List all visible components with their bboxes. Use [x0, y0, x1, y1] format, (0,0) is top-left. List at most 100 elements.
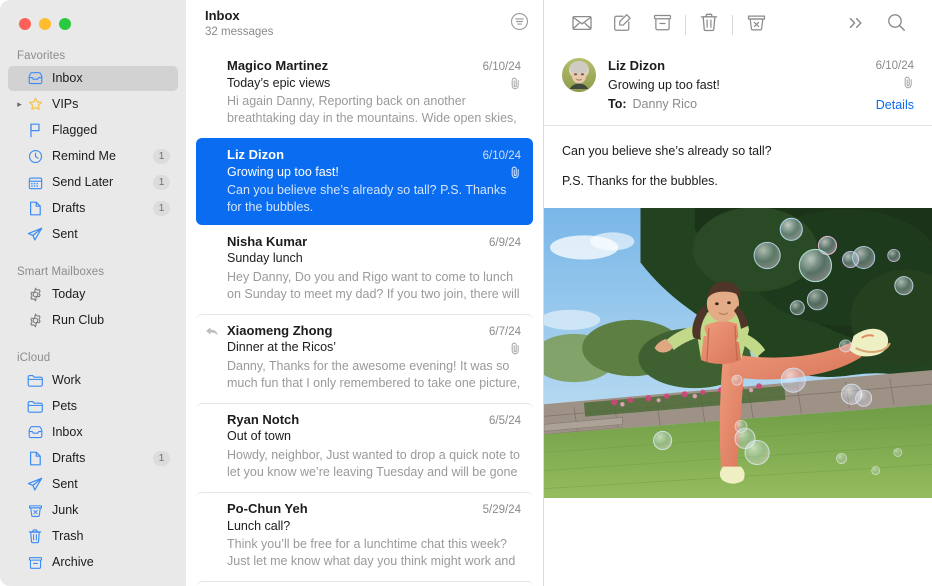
sidebar: Favorites ▸ Inbox ▸ VIPs ▸: [0, 0, 186, 586]
search-icon: [887, 13, 906, 37]
message-preview: Can you believe she’s already so tall? P…: [227, 182, 521, 216]
message-count: 32 messages: [205, 25, 273, 40]
sidebar-item-label: Work: [52, 374, 170, 387]
message-date: 6/5/24: [489, 415, 521, 427]
details-link[interactable]: Details: [876, 98, 914, 112]
message-preview: Danny, Thanks for the awesome evening! I…: [227, 358, 521, 394]
trash-icon: [25, 529, 45, 544]
sidebar-item-today[interactable]: ▸ Today: [8, 282, 178, 307]
sidebar-item-label: Inbox: [52, 72, 170, 85]
list-item[interactable]: Nisha Kumar 6/9/24 Sunday lunch Hey Dann…: [196, 225, 533, 314]
message-date: 6/7/24: [489, 326, 521, 338]
list-item[interactable]: Magico Martinez 6/10/24 Today’s epic vie…: [196, 50, 533, 138]
to-label: To:: [608, 97, 627, 111]
sidebar-item-inbox[interactable]: ▸ Inbox: [8, 66, 178, 91]
sidebar-item-vips[interactable]: ▸ VIPs: [8, 92, 178, 117]
message-preview: Hi again Danny, Reporting back on anothe…: [227, 93, 521, 129]
chevron-double-right-icon: [847, 15, 865, 36]
sidebar-item-send-later[interactable]: ▸ Send Later 1: [8, 170, 178, 195]
window-traffic-lights: [0, 0, 186, 44]
list-item[interactable]: Xiaomeng Zhong 6/7/24 Dinner at the Rico…: [196, 314, 533, 403]
sidebar-item-label: Send Later: [52, 176, 153, 189]
search-button[interactable]: [876, 11, 916, 39]
mail-window: Favorites ▸ Inbox ▸ VIPs ▸: [0, 0, 932, 586]
paperclip-icon: [510, 342, 521, 355]
minimize-button[interactable]: [39, 18, 51, 30]
avatar[interactable]: [562, 58, 596, 92]
sidebar-item-junk[interactable]: ▸ Junk: [8, 498, 178, 523]
message-attachment-image[interactable]: [544, 208, 932, 498]
list-item[interactable]: Liz Dizon 6/10/24 Growing up too fast! C…: [196, 138, 533, 225]
message-sender: Po-Chun Yeh: [227, 500, 308, 518]
sidebar-item-run-club[interactable]: ▸ Run Club: [8, 308, 178, 333]
chevron-right-icon[interactable]: ▸: [14, 100, 25, 109]
paper-plane-icon: [25, 227, 45, 242]
gear-icon: [25, 287, 45, 302]
sidebar-item-icloud-drafts[interactable]: ▸ Drafts 1: [8, 446, 178, 471]
paperclip-icon[interactable]: [903, 76, 914, 94]
message-list-titles: Inbox 32 messages: [205, 8, 273, 40]
star-icon: [25, 97, 45, 112]
sidebar-item-pets[interactable]: ▸ Pets: [8, 394, 178, 419]
document-icon: [25, 451, 45, 466]
list-item[interactable]: Graham McBride 5/22/24 Book Club Are you…: [196, 581, 533, 586]
document-icon: [25, 201, 45, 216]
archive-button[interactable]: [642, 11, 682, 39]
message-date: 6/10/24: [876, 60, 914, 72]
calendar-icon: [25, 176, 45, 190]
sidebar-item-badge: 1: [153, 451, 170, 466]
sidebar-item-label: Sent: [52, 478, 170, 491]
sidebar-item-label: Sent: [52, 228, 170, 241]
inbox-icon: [25, 426, 45, 439]
sidebar-section-smart-mailboxes-list: ▸ Today ▸ Run Club: [0, 282, 186, 333]
sidebar-item-icloud-inbox[interactable]: ▸ Inbox: [8, 420, 178, 445]
message-preview: Think you’ll be free for a lunchtime cha…: [227, 536, 521, 572]
message-sender: Nisha Kumar: [227, 233, 307, 251]
mark-unread-button[interactable]: [562, 11, 602, 39]
sidebar-item-icloud-sent[interactable]: ▸ Sent: [8, 472, 178, 497]
filter-icon[interactable]: [510, 12, 529, 36]
message-header-fields: Liz Dizon 6/10/24 Growing up too fast! T…: [608, 56, 914, 114]
delete-button[interactable]: [689, 11, 729, 39]
sidebar-item-trash[interactable]: ▸ Trash: [8, 524, 178, 549]
sidebar-item-work[interactable]: ▸ Work: [8, 368, 178, 393]
sidebar-item-label: Drafts: [52, 202, 153, 215]
zoom-button[interactable]: [59, 18, 71, 30]
sidebar-section-icloud-list: ▸ Work ▸ Pets ▸ Inbox: [0, 368, 186, 575]
junk-button[interactable]: [736, 11, 776, 39]
compose-button[interactable]: [602, 11, 642, 39]
sidebar-item-drafts[interactable]: ▸ Drafts 1: [8, 196, 178, 221]
sidebar-item-label: Run Club: [52, 314, 170, 327]
sidebar-item-badge: 1: [153, 201, 170, 216]
message-subject: Today’s epic views: [227, 75, 330, 93]
toolbar-divider: [685, 15, 686, 35]
compose-icon: [613, 13, 632, 37]
message-subject: Dinner at the Ricos’: [227, 339, 336, 357]
close-button[interactable]: [19, 18, 31, 30]
message-date: 6/9/24: [489, 237, 521, 249]
sidebar-item-badge: 1: [153, 149, 170, 164]
message-sender: Magico Martinez: [227, 57, 328, 75]
reading-pane: Liz Dizon 6/10/24 Growing up too fast! T…: [544, 0, 932, 586]
message-list[interactable]: Magico Martinez 6/10/24 Today’s epic vie…: [186, 50, 543, 586]
sidebar-item-remind-me[interactable]: ▸ Remind Me 1: [8, 144, 178, 169]
sidebar-item-flagged[interactable]: ▸ Flagged: [8, 118, 178, 143]
message-sender-name: Liz Dizon: [608, 56, 665, 76]
to-value: Danny Rico: [633, 97, 698, 111]
sidebar-item-label: Flagged: [52, 124, 170, 137]
sidebar-item-label: Pets: [52, 400, 170, 413]
more-button[interactable]: [836, 11, 876, 39]
message-preview: Howdy, neighbor, Just wanted to drop a q…: [227, 447, 521, 483]
message-sender: Xiaomeng Zhong: [227, 322, 332, 340]
sidebar-item-label: Drafts: [52, 452, 153, 465]
sidebar-item-sent[interactable]: ▸ Sent: [8, 222, 178, 247]
clock-icon: [25, 149, 45, 164]
message-subject: Growing up too fast!: [227, 164, 339, 182]
message-sender: Ryan Notch: [227, 411, 299, 429]
gear-icon: [25, 313, 45, 328]
list-item[interactable]: Ryan Notch 6/5/24 Out of town Howdy, nei…: [196, 403, 533, 492]
sidebar-item-archive[interactable]: ▸ Archive: [8, 550, 178, 575]
paper-plane-icon: [25, 477, 45, 492]
sidebar-item-label: Trash: [52, 530, 170, 543]
list-item[interactable]: Po-Chun Yeh 5/29/24 Lunch call? Think yo…: [196, 492, 533, 581]
